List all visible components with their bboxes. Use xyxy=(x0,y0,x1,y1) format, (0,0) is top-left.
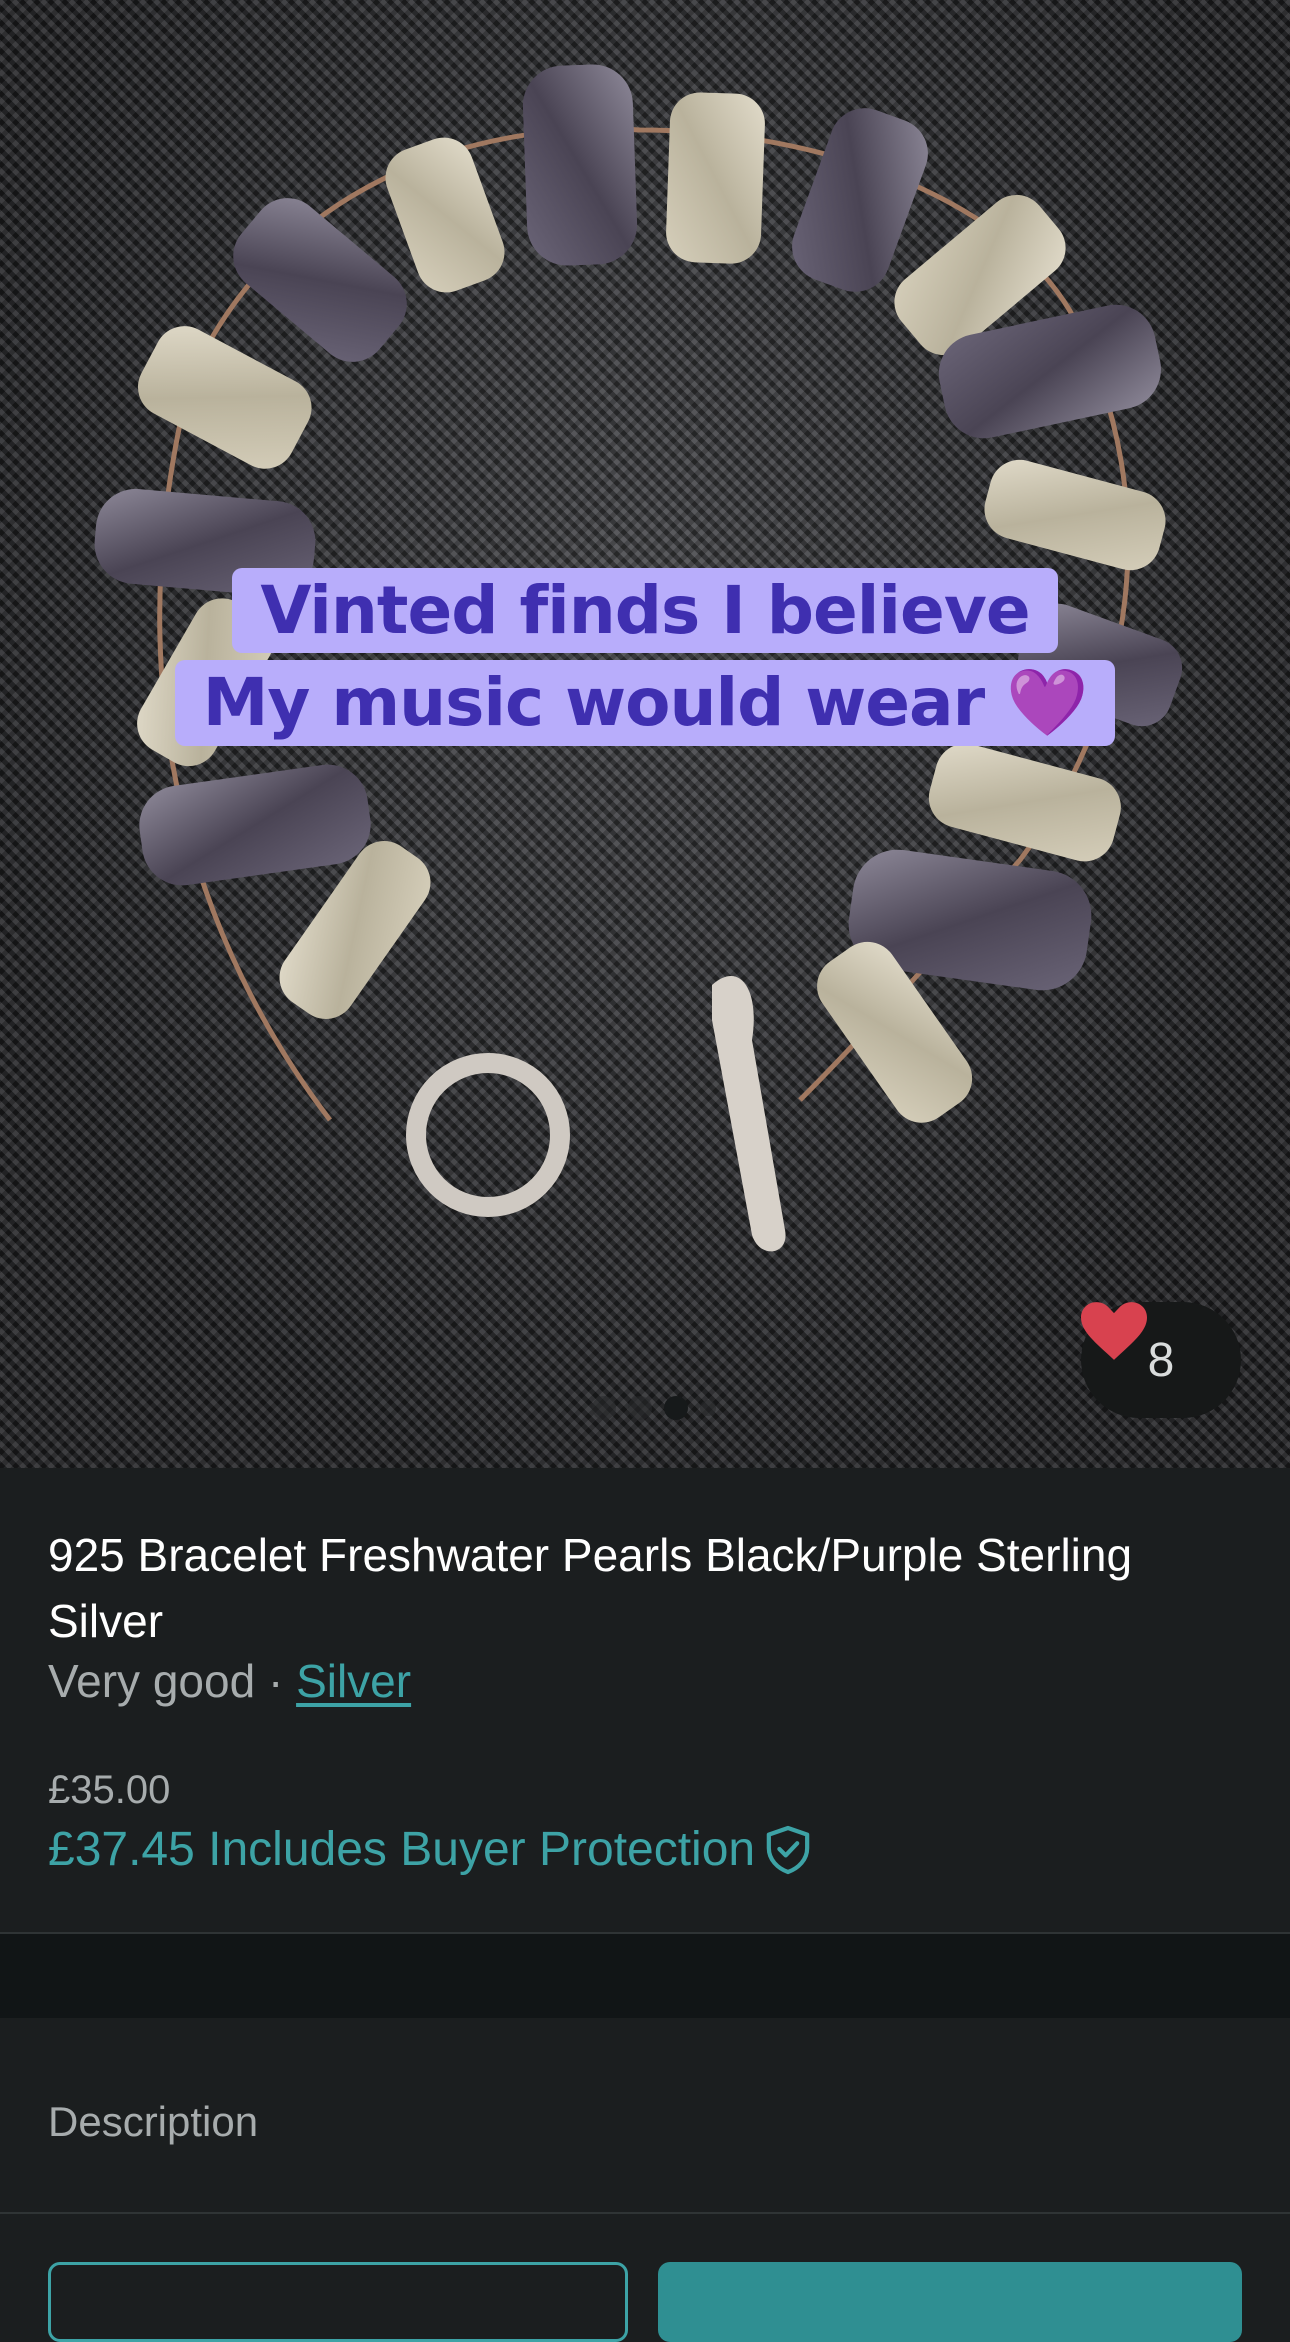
secondary-action-button[interactable] xyxy=(48,2262,628,2342)
pagination-dot[interactable] xyxy=(628,1396,652,1420)
favourite-count: 8 xyxy=(1147,1333,1175,1387)
pagination-dot[interactable] xyxy=(592,1396,616,1420)
item-condition: Very good xyxy=(48,1655,256,1707)
caption-line-2-text: My music would wear xyxy=(202,664,985,741)
photo-pagination xyxy=(592,1396,716,1420)
item-title: 925 Bracelet Freshwater Pearls Black/Pur… xyxy=(48,1529,1133,1647)
pagination-dot[interactable] xyxy=(700,1400,716,1416)
purple-heart-emoji: 💜 xyxy=(1006,664,1088,741)
item-summary: 925 Bracelet Freshwater Pearls Black/Pur… xyxy=(0,1468,1290,1934)
item-price: £35.00 xyxy=(48,1768,171,1812)
item-meta: Very good · Silver xyxy=(48,1654,411,1708)
pagination-dot-active[interactable] xyxy=(664,1396,688,1420)
action-bar xyxy=(0,2214,1290,2342)
meta-separator: · xyxy=(255,1655,297,1707)
shield-check-icon xyxy=(766,1825,810,1874)
caption-line-1: Vinted finds I believe xyxy=(0,568,1290,653)
caption-line-2: My music would wear 💜 xyxy=(0,660,1290,746)
description-label: Description xyxy=(48,2098,259,2145)
section-divider xyxy=(0,1934,1290,2018)
buyer-protection-price[interactable]: £37.45 Includes Buyer Protection xyxy=(48,1822,811,1877)
brand-link[interactable]: Silver xyxy=(296,1655,411,1707)
favourite-button[interactable]: 8 xyxy=(1081,1302,1241,1418)
buyer-protection-text: £37.45 Includes Buyer Protection xyxy=(48,1823,756,1876)
heart-icon xyxy=(1081,1302,1147,1360)
item-photo-gallery[interactable]: Vinted finds I believe My music would we… xyxy=(0,0,1290,1468)
description-section: Description xyxy=(0,2018,1290,2214)
primary-action-button[interactable] xyxy=(658,2262,1242,2342)
